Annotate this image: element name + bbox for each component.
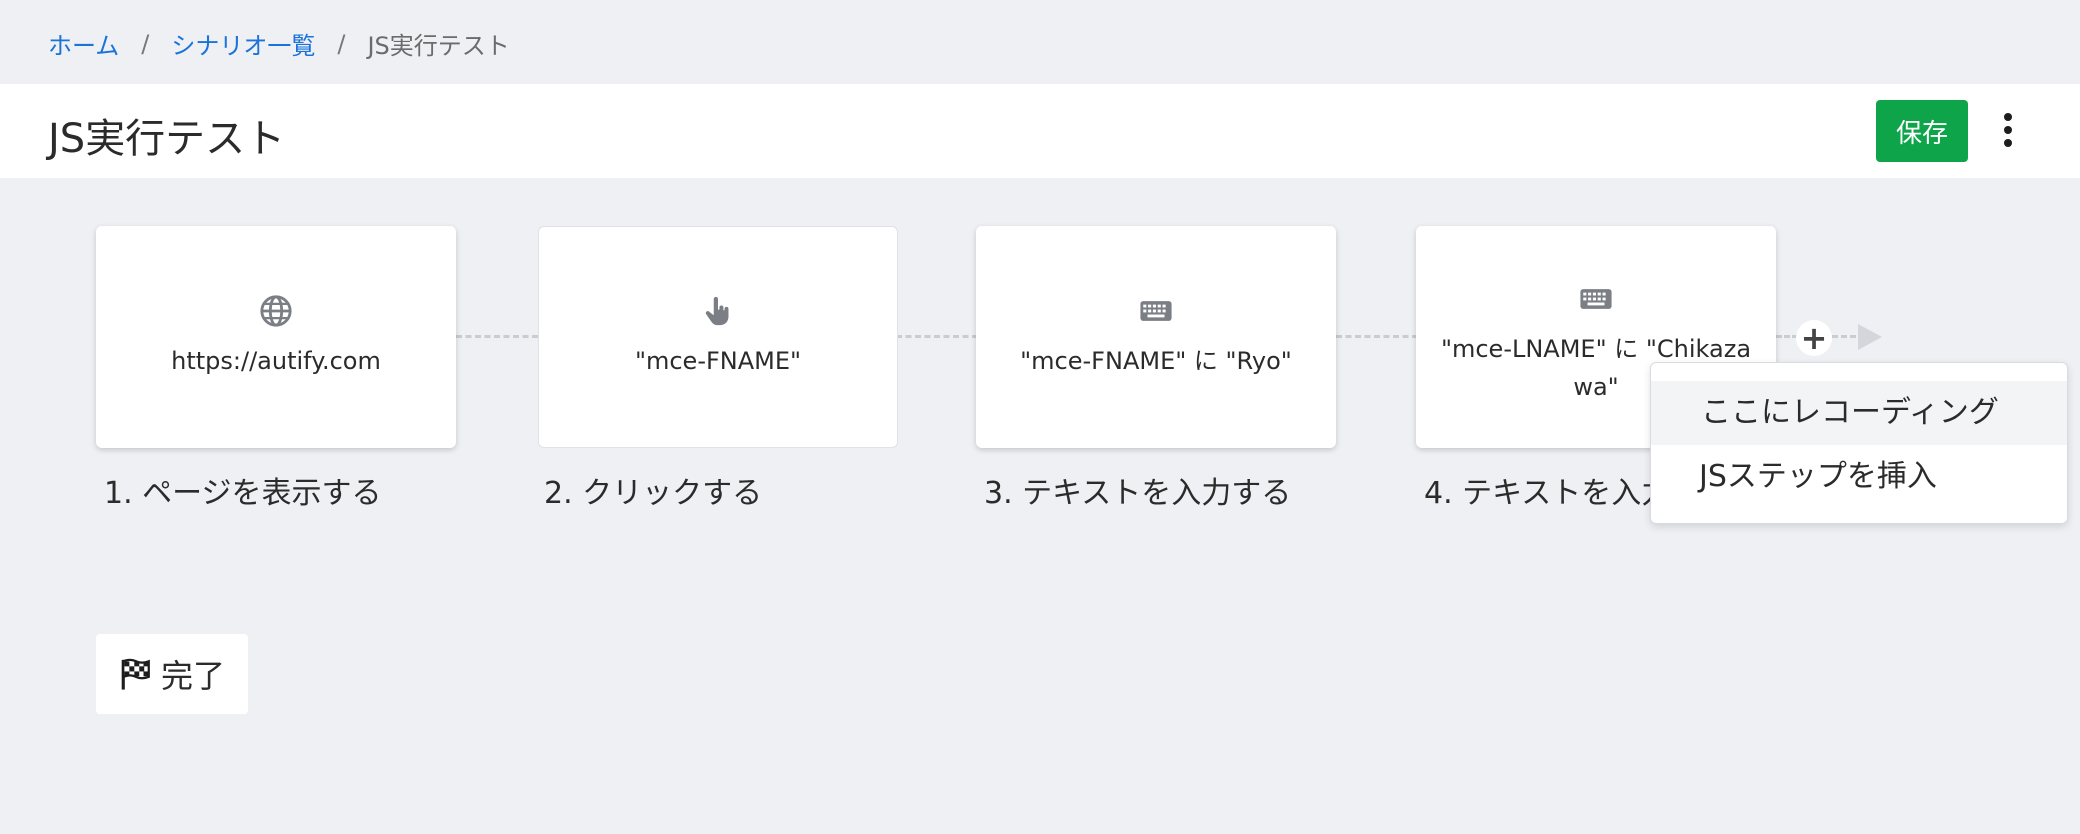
- step-card-2[interactable]: "mce-FNAME": [538, 226, 898, 448]
- step-label: 2. クリックする: [544, 476, 763, 511]
- step-label: 3. テキストを入力する: [984, 476, 1292, 511]
- finish-label: 完了: [160, 657, 225, 695]
- step-text: "mce-FNAME" に "Ryo": [1020, 347, 1292, 375]
- play-arrow-icon: [1858, 324, 1882, 350]
- step-card-3[interactable]: "mce-FNAME" に "Ryo": [976, 226, 1336, 448]
- step-label: 1. ページを表示する: [104, 476, 382, 511]
- globe-icon: [260, 295, 292, 327]
- menu-item-insert-js-step[interactable]: JSステップを挿入: [1651, 445, 2067, 509]
- step-connector: [1776, 335, 1798, 338]
- breadcrumb-scenarios-link[interactable]: シナリオ一覧: [171, 26, 315, 61]
- save-button[interactable]: 保存: [1876, 100, 1968, 162]
- dot: [2004, 126, 2012, 134]
- step-card-1[interactable]: https://autify.com: [96, 226, 456, 448]
- step-text: "mce-FNAME": [634, 347, 802, 375]
- breadcrumb: ホーム / シナリオ一覧 / JS実行テスト: [48, 26, 510, 61]
- keyboard-icon: [1140, 301, 1172, 321]
- step-connector: [456, 335, 538, 338]
- vertical-dots-icon[interactable]: [1990, 104, 2026, 156]
- dot: [2004, 139, 2012, 147]
- page-header: JS実行テスト 保存: [0, 84, 2080, 178]
- breadcrumb-home-link[interactable]: ホーム: [48, 26, 119, 61]
- step-text: https://autify.com: [171, 347, 381, 375]
- finish-step: 完了: [96, 634, 248, 714]
- checkered-flag-icon: [121, 658, 150, 690]
- keyboard-icon: [1580, 289, 1612, 309]
- plus-icon[interactable]: +: [1796, 320, 1832, 356]
- pointer-hand-icon: [705, 296, 729, 326]
- menu-item-record-here[interactable]: ここにレコーディング: [1651, 381, 2067, 445]
- step-connector: [896, 335, 978, 338]
- breadcrumb-separator: /: [337, 29, 346, 58]
- step-connector: [1336, 335, 1418, 338]
- page-title: JS実行テスト: [48, 116, 286, 162]
- dot: [2004, 113, 2012, 121]
- step-connector: [1832, 335, 1856, 338]
- insert-step-menu: ここにレコーディング JSステップを挿入: [1650, 362, 2068, 524]
- breadcrumb-separator: /: [141, 29, 150, 58]
- breadcrumb-current: JS実行テスト: [367, 32, 510, 60]
